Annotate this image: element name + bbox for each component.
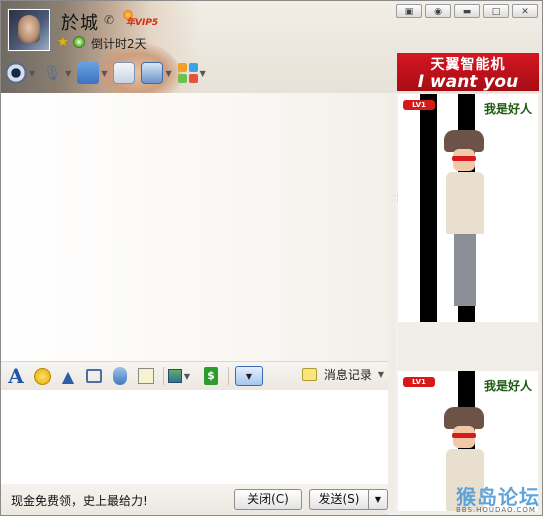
voice-call-icon: 🎙 bbox=[42, 64, 62, 82]
toolbar-divider bbox=[228, 367, 229, 385]
skin-button[interactable]: ▣ bbox=[396, 4, 422, 18]
message-history-icon bbox=[301, 368, 317, 381]
message-history-button[interactable]: 消息记录 ▼ bbox=[301, 366, 384, 383]
star-icon: ★ bbox=[57, 35, 69, 50]
chevron-down-icon[interactable]: ▼ bbox=[378, 370, 384, 379]
emoji-button[interactable] bbox=[31, 365, 53, 387]
character-legs bbox=[454, 234, 476, 306]
video-call-button[interactable]: ▼ bbox=[5, 59, 35, 87]
voice-call-button[interactable]: 🎙 ▼ bbox=[41, 59, 72, 87]
message-history-area[interactable] bbox=[1, 93, 388, 361]
header-toolbar: ▼ 🎙 ▼ ▼ ▼ ▼ bbox=[5, 59, 206, 87]
watermark: 猴岛论坛 BBS.HOUDAO.COM bbox=[456, 481, 542, 514]
show-pillar-left bbox=[420, 94, 437, 322]
window-controls: ▣ ◉ ▬ □ ✕ bbox=[396, 4, 538, 18]
show-tag: 我是好人 bbox=[483, 102, 532, 116]
contact-name[interactable]: 於城 bbox=[61, 9, 99, 35]
chat-window: 於城 ✆ 年VIP5 ★ 倒计时2天 ▣ ◉ ▬ □ ✕ ▼ 🎙 ▼ ▼ ▼ ▼… bbox=[0, 0, 543, 516]
image-icon bbox=[168, 369, 182, 383]
send-file-button[interactable]: ▼ bbox=[77, 59, 107, 87]
show-avatar-panel[interactable]: LV1 我是好人 bbox=[398, 94, 538, 322]
chevron-down-icon[interactable]: ▼ bbox=[65, 69, 71, 78]
video-call-icon bbox=[5, 62, 27, 84]
minimize-button[interactable]: ▬ bbox=[454, 4, 480, 18]
magic-expression-button[interactable] bbox=[83, 365, 105, 387]
chevron-down-icon[interactable]: ▼ bbox=[165, 69, 171, 78]
voice-message-icon bbox=[113, 367, 127, 385]
emoji-icon bbox=[33, 367, 51, 385]
font-button[interactable]: A bbox=[5, 364, 27, 388]
panel-splitter[interactable] bbox=[388, 93, 396, 513]
doodle-icon bbox=[138, 368, 154, 384]
send-button[interactable]: 发送(S) bbox=[309, 489, 369, 510]
message-input[interactable] bbox=[1, 390, 388, 484]
remote-desktop-icon bbox=[141, 62, 164, 84]
ad-banner-slogan: I want you bbox=[417, 72, 519, 91]
doodle-button[interactable] bbox=[135, 365, 157, 387]
bottom-bar: 现金免费领，史上最给力! 关闭(C) 发送(S) ▼ bbox=[1, 484, 388, 515]
send-options-button[interactable]: ▼ bbox=[368, 489, 388, 510]
chevron-down-icon[interactable]: ▼ bbox=[101, 69, 107, 78]
countdown-text: 倒计时2天 bbox=[91, 37, 147, 51]
send-money-button[interactable]: $ bbox=[200, 365, 222, 387]
apps-icon bbox=[177, 63, 198, 83]
create-group-chat-button[interactable] bbox=[113, 59, 136, 87]
watermark-text: 猴岛论坛 bbox=[456, 485, 540, 509]
promo-link[interactable]: 现金免费领，史上最给力! bbox=[11, 492, 148, 509]
chevron-down-icon[interactable]: ▼ bbox=[29, 69, 35, 78]
lock-button[interactable]: ◉ bbox=[425, 4, 451, 18]
character-glasses bbox=[452, 433, 476, 438]
vip-badge[interactable]: 年VIP5 bbox=[126, 15, 158, 28]
apps-button[interactable]: ▼ bbox=[177, 59, 206, 87]
shake-button[interactable]: ▲ bbox=[57, 365, 79, 387]
ad-banner[interactable]: 天翼智能机 I want you bbox=[397, 53, 539, 91]
chevron-down-icon[interactable]: ▼ bbox=[200, 69, 206, 78]
contact-avatar[interactable] bbox=[7, 8, 51, 52]
input-toolbar: A ▲ ▼ $ ▼ 消息记录 ▼ bbox=[1, 361, 388, 391]
screenshot-button[interactable]: ▼ bbox=[233, 365, 265, 387]
money-icon: $ bbox=[204, 367, 218, 385]
chevron-down-icon[interactable]: ▼ bbox=[184, 372, 190, 381]
close-chat-button[interactable]: 关闭(C) bbox=[234, 489, 302, 510]
close-button[interactable]: ✕ bbox=[512, 4, 538, 18]
send-file-icon bbox=[77, 62, 100, 84]
character-body bbox=[446, 172, 484, 234]
message-history-label: 消息记录 bbox=[323, 368, 372, 382]
create-group-chat-icon bbox=[113, 62, 136, 84]
phone-icon[interactable]: ✆ bbox=[104, 13, 118, 27]
chevron-down-icon: ▼ bbox=[374, 495, 382, 504]
toolbar-divider bbox=[163, 367, 164, 385]
magic-expression-icon bbox=[86, 369, 102, 383]
show-tag: 我是好人 bbox=[483, 379, 532, 393]
remote-desktop-button[interactable]: ▼ bbox=[141, 59, 172, 87]
maximize-button[interactable]: □ bbox=[483, 4, 509, 18]
voice-message-button[interactable] bbox=[109, 365, 131, 387]
level-badge: LV1 bbox=[403, 377, 435, 387]
online-status-icon bbox=[73, 36, 85, 48]
font-icon: A bbox=[8, 364, 24, 388]
character-glasses bbox=[452, 156, 476, 161]
ad-banner-title: 天翼智能机 bbox=[430, 57, 506, 73]
level-badge: LV1 bbox=[403, 100, 435, 110]
send-image-button[interactable]: ▼ bbox=[168, 365, 190, 387]
screenshot-icon: ▼ bbox=[235, 366, 263, 386]
shake-window-icon: ▲ bbox=[61, 366, 75, 386]
